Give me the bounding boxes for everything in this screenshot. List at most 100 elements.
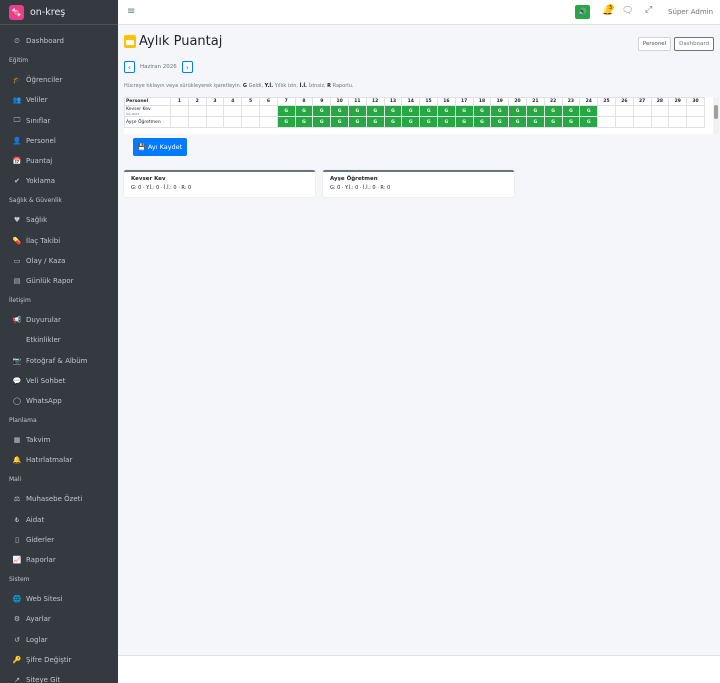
attendance-cell[interactable]: G bbox=[436, 105, 456, 117]
attendance-cell[interactable]: G bbox=[561, 116, 581, 128]
sidebar-item-veliler[interactable]: 👥 Veliler bbox=[0, 90, 118, 110]
attendance-cell[interactable] bbox=[241, 105, 260, 117]
sidebar-item-aidat[interactable]: ₺ Aidat bbox=[0, 510, 118, 530]
attendance-cell[interactable] bbox=[650, 105, 670, 117]
attendance-cell[interactable]: G bbox=[383, 105, 403, 117]
sidebar-item-renciler[interactable]: 🎓 Öğrenciler bbox=[0, 70, 118, 90]
attendance-cell[interactable] bbox=[597, 116, 616, 128]
fullscreen-icon[interactable]: ⤢ bbox=[645, 5, 652, 15]
sidebar-item-i-la-takibi[interactable]: 💊 İlaç Takibi bbox=[0, 231, 118, 251]
tab-personel[interactable]: Personel bbox=[637, 37, 672, 51]
save-month-button[interactable]: 💾 Ayı Kaydet bbox=[133, 138, 187, 156]
sidebar-item-etkinlikler[interactable]: Etkinlikler bbox=[0, 330, 118, 350]
attendance-cell[interactable]: G bbox=[276, 105, 296, 117]
attendance-cell[interactable]: G bbox=[347, 105, 367, 117]
hamburger-icon[interactable]: ≡ bbox=[127, 6, 135, 17]
attendance-cell[interactable]: G bbox=[365, 105, 385, 117]
attendance-cell[interactable] bbox=[614, 105, 634, 117]
attendance-cell[interactable]: G bbox=[294, 116, 314, 128]
attendance-cell[interactable]: G bbox=[508, 116, 527, 128]
sidebar-item-loglar[interactable]: ↺ Loglar bbox=[0, 630, 118, 650]
attendance-cell[interactable] bbox=[668, 105, 688, 117]
sidebar-item-sa-l-k[interactable]: ♥ Sağlık bbox=[0, 210, 118, 230]
sidebar-item-personel[interactable]: 👤 Personel bbox=[0, 131, 118, 151]
attendance-cell[interactable] bbox=[686, 105, 705, 117]
sidebar-item-veli-sohbet[interactable]: 💬 Veli Sohbet bbox=[0, 371, 118, 391]
attendance-cell[interactable]: G bbox=[525, 116, 545, 128]
attendance-cell[interactable] bbox=[668, 116, 688, 128]
attendance-cell[interactable]: G bbox=[472, 105, 492, 117]
attendance-cell[interactable] bbox=[258, 116, 278, 128]
attendance-cell[interactable] bbox=[223, 105, 243, 117]
attendance-cell[interactable] bbox=[205, 105, 225, 117]
sidebar-item-hat-rlatmalar[interactable]: 🔔 Hatırlatmalar bbox=[0, 450, 118, 470]
sidebar-item-dashboard[interactable]: ⏲ Dashboard bbox=[0, 31, 118, 51]
attendance-cell[interactable]: G bbox=[365, 116, 385, 128]
attendance-cell[interactable] bbox=[632, 105, 652, 117]
user-menu[interactable]: Süper Admin bbox=[668, 8, 713, 16]
scroll-thumb[interactable] bbox=[714, 105, 718, 119]
attendance-cell[interactable]: G bbox=[383, 116, 403, 128]
attendance-cell[interactable]: G bbox=[579, 116, 599, 128]
attendance-cell[interactable] bbox=[187, 116, 207, 128]
sidebar-item-olay-kaza[interactable]: ▭ Olay / Kaza bbox=[0, 251, 118, 271]
attendance-cell[interactable] bbox=[686, 116, 705, 128]
attendance-cell[interactable] bbox=[205, 116, 225, 128]
sidebar-item-ifre-de-i-tir[interactable]: 🔑 Şifre Değiştir bbox=[0, 650, 118, 670]
sidebar-item-s-n-flar[interactable]: 🖵 Sınıflar bbox=[0, 111, 118, 131]
attendance-cell[interactable]: G bbox=[419, 105, 438, 117]
attendance-cell[interactable]: G bbox=[330, 116, 349, 128]
attendance-cell[interactable] bbox=[223, 116, 243, 128]
chat-icon[interactable]: 🗨 bbox=[622, 6, 633, 16]
attendance-cell[interactable] bbox=[187, 105, 207, 117]
sidebar-item-puantaj[interactable]: 📅 Puantaj bbox=[0, 151, 118, 171]
sidebar-item-whatsapp[interactable]: ◯ WhatsApp bbox=[0, 391, 118, 411]
attendance-cell[interactable]: G bbox=[347, 116, 367, 128]
attendance-cell[interactable] bbox=[632, 116, 652, 128]
attendance-cell[interactable]: G bbox=[490, 116, 510, 128]
brand[interactable]: 🍬 on-kreş bbox=[0, 0, 118, 25]
sidebar-item-web-sitesi[interactable]: 🌐 Web Sitesi bbox=[0, 589, 118, 609]
sidebar-item-siteye-git[interactable]: ↗ Siteye Git bbox=[0, 670, 118, 683]
attendance-cell[interactable] bbox=[170, 105, 189, 117]
attendance-cell[interactable]: G bbox=[401, 105, 421, 117]
attendance-cell[interactable]: G bbox=[401, 116, 421, 128]
sidebar-item-giderler[interactable]: ▯ Giderler bbox=[0, 530, 118, 550]
attendance-cell[interactable]: G bbox=[525, 105, 545, 117]
prev-month-button[interactable]: ‹ bbox=[124, 61, 135, 73]
tab-dashboard[interactable]: Dashboard bbox=[674, 37, 714, 51]
attendance-cell[interactable]: G bbox=[543, 105, 563, 117]
attendance-cell[interactable]: G bbox=[561, 105, 581, 117]
attendance-cell[interactable]: G bbox=[436, 116, 456, 128]
attendance-cell[interactable]: G bbox=[508, 105, 527, 117]
attendance-cell[interactable]: G bbox=[543, 116, 563, 128]
sound-button[interactable]: 🔊 bbox=[575, 5, 590, 19]
sidebar-item-muhasebe-zeti[interactable]: ⚖ Muhasebe Özeti bbox=[0, 489, 118, 509]
sidebar-item-raporlar[interactable]: 📈 Raporlar bbox=[0, 550, 118, 570]
next-month-button[interactable]: › bbox=[181, 61, 193, 73]
attendance-cell[interactable]: G bbox=[312, 116, 332, 128]
attendance-cell[interactable]: G bbox=[276, 116, 296, 128]
sidebar-item-g-nl-k-rapor[interactable]: ▤ Günlük Rapor bbox=[0, 271, 118, 291]
sidebar-item-yoklama[interactable]: ✔ Yoklama bbox=[0, 171, 118, 191]
attendance-cell[interactable]: G bbox=[294, 105, 314, 117]
sidebar-item-duyurular[interactable]: 📢 Duyurular bbox=[0, 310, 118, 330]
attendance-cell[interactable]: G bbox=[330, 105, 349, 117]
attendance-cell[interactable] bbox=[258, 105, 278, 117]
attendance-cell[interactable] bbox=[170, 116, 189, 128]
attendance-cell[interactable] bbox=[241, 116, 260, 128]
attendance-cell[interactable] bbox=[597, 105, 616, 117]
attendance-cell[interactable]: G bbox=[312, 105, 332, 117]
sidebar-item-ayarlar[interactable]: ⚙ Ayarlar bbox=[0, 609, 118, 629]
attendance-cell[interactable]: G bbox=[454, 116, 474, 128]
attendance-cell[interactable]: G bbox=[490, 105, 510, 117]
attendance-cell[interactable]: G bbox=[419, 116, 438, 128]
sidebar-item-foto-raf-alb-m[interactable]: 📷 Fotoğraf & Albüm bbox=[0, 350, 118, 370]
attendance-cell[interactable] bbox=[614, 116, 634, 128]
attendance-cell[interactable] bbox=[650, 116, 670, 128]
attendance-cell[interactable]: G bbox=[472, 116, 492, 128]
grid-scrollbar[interactable] bbox=[713, 97, 719, 134]
sidebar-item-takvim[interactable]: ▦ Takvim bbox=[0, 430, 118, 450]
attendance-cell[interactable]: G bbox=[454, 105, 474, 117]
attendance-cell[interactable]: G bbox=[579, 105, 599, 117]
